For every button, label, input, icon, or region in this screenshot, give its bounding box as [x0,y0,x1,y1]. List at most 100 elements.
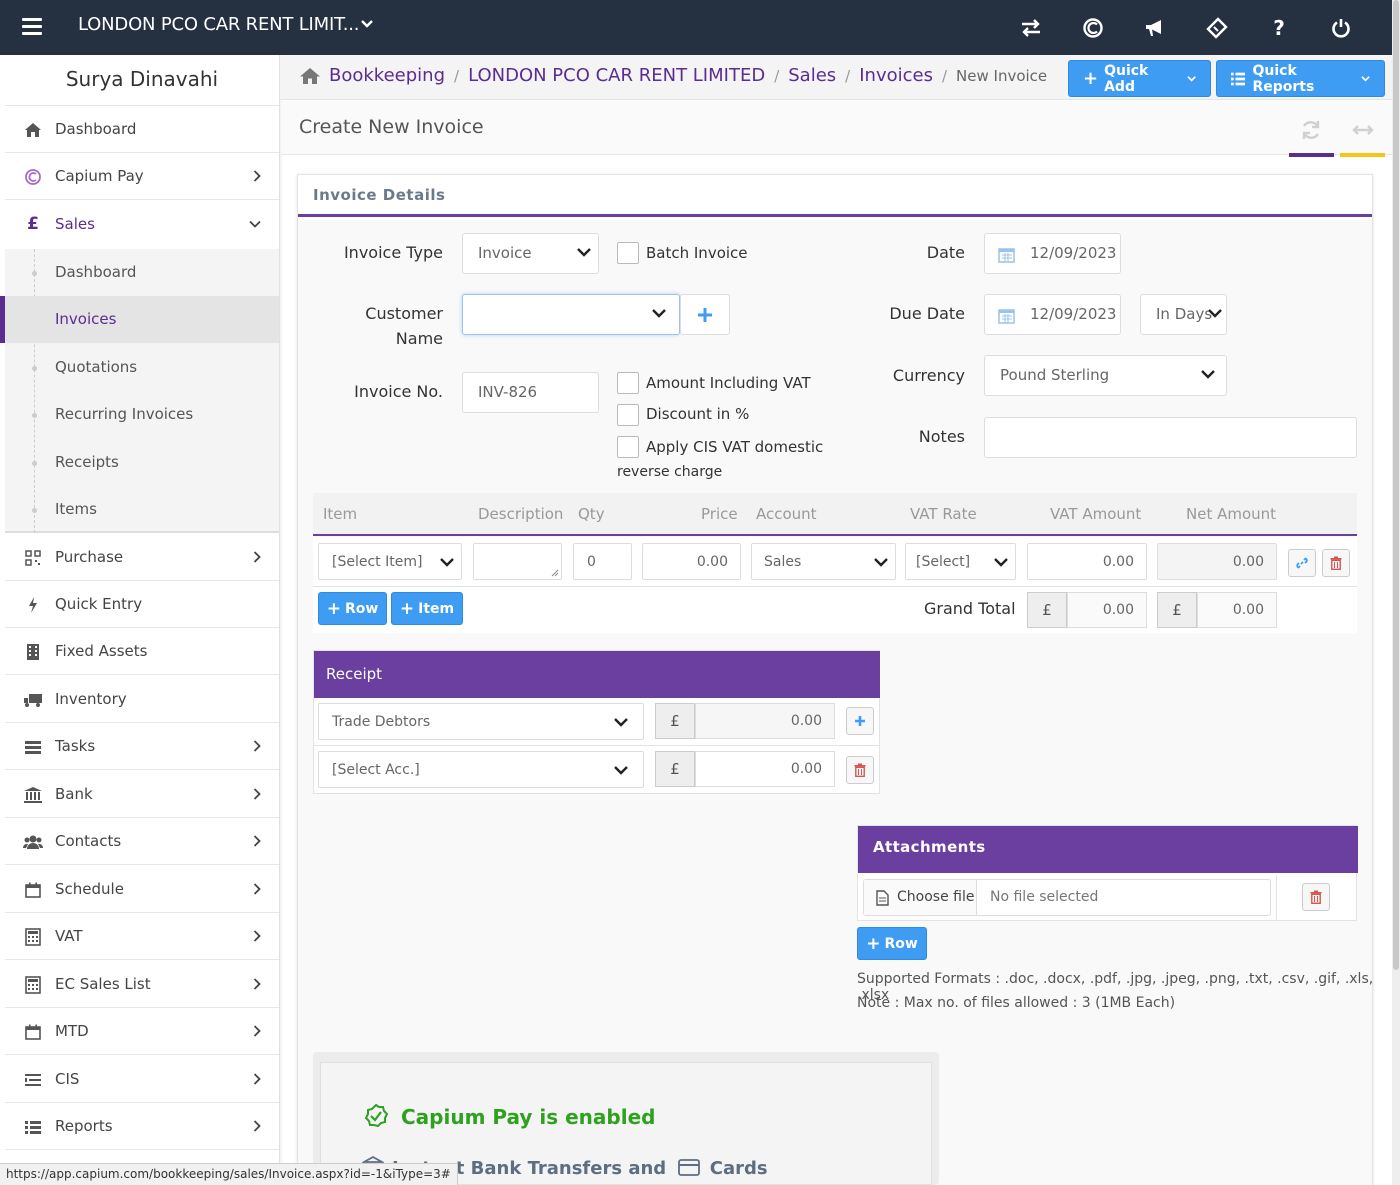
company-selector[interactable]: LONDON PCO CAR RENT LIMIT... [78,14,360,35]
invoice-no-input[interactable]: INV-826 [462,372,599,413]
resize-handle-icon[interactable] [551,569,559,577]
choose-file-button[interactable]: Choose file [897,889,974,905]
sidebar-item-tasks[interactable]: Tasks [5,723,279,770]
breadcrumb-current: New Invoice [956,66,1048,85]
sidebar-item-dashboard[interactable]: Dashboard [5,106,279,153]
sidebar-item-mtd[interactable]: MTD [5,1008,279,1055]
vat-rate-select[interactable]: [Select] [905,543,1016,580]
sidebar-item-ec-sales-list[interactable]: EC Sales List [5,961,279,1008]
notes-input[interactable] [984,417,1357,458]
item-select[interactable]: [Select Item] [318,543,462,580]
breadcrumb-invoices[interactable]: Invoices [859,65,933,86]
sidebar-sub-dashboard[interactable]: Dashboard [5,249,279,296]
cis-reverse-charge-checkbox[interactable] [617,436,639,458]
calendar-icon [998,309,1015,324]
chevron-down-icon [1361,75,1370,82]
sidebar-item-schedule[interactable]: Schedule [5,866,279,913]
home-icon[interactable] [299,67,321,85]
sidebar-item-cis[interactable]: CIS [5,1056,279,1103]
batch-invoice-checkbox[interactable] [617,242,639,264]
receipt-account-select[interactable]: [Select Acc.] [318,751,644,788]
date-input[interactable]: 12/09/2023 [984,233,1121,274]
sidebar-item-bank[interactable]: Bank [5,771,279,818]
list-icon [23,1070,43,1090]
breadcrumb-sales[interactable]: Sales [788,65,836,86]
quick-reports-button[interactable]: Quick Reports [1216,60,1385,97]
currency-label: Currency [892,366,965,385]
chevron-down-icon [249,220,261,228]
add-item-button[interactable]: + Item [391,592,463,625]
sidebar-sub-invoices[interactable]: Invoices [0,296,279,343]
customer-name-select[interactable] [462,294,680,335]
sidebar-item-fixed-assets[interactable]: Fixed Assets [5,628,279,675]
chevron-down-icon [874,558,888,567]
bank-icon [23,785,43,805]
chevron-down-icon [577,248,591,257]
description-textarea[interactable] [473,543,562,580]
hamburger-menu-icon[interactable] [22,18,42,36]
add-receipt-icon[interactable] [846,707,874,735]
ticket-icon[interactable] [1186,16,1248,39]
sidebar-item-contacts[interactable]: Contacts [5,818,279,865]
file-input[interactable]: Choose file No file selected [863,879,1271,916]
sidebar: Surya Dinavahi Dashboard Capium Pay £ Sa… [0,55,280,1185]
capium-icon[interactable] [1062,17,1124,39]
vat-amount-input[interactable]: 0.00 [1027,543,1147,580]
power-icon[interactable] [1310,18,1372,38]
delete-row-icon[interactable] [1322,549,1350,577]
sidebar-item-capium-pay[interactable]: Capium Pay [5,153,279,200]
page-scrollbar[interactable] [1392,0,1400,1185]
sidebar-sub-receipts[interactable]: Receipts [5,439,279,486]
add-attachment-row-button[interactable]: + Row [857,927,927,960]
attachments-panel: Attachments Choose file No file selected [857,825,1358,921]
breadcrumb-bookkeeping[interactable]: Bookkeeping [329,65,445,86]
invoice-type-select[interactable]: Invoice [462,233,599,274]
building-icon [23,642,43,662]
items-table-header: Item Description Qty Price Account VAT R… [313,493,1357,536]
sidebar-sub-items[interactable]: Items [5,486,279,533]
add-customer-button[interactable] [680,294,730,335]
price-input[interactable]: 0.00 [642,543,741,580]
expand-icon[interactable] [1352,119,1374,141]
qty-input[interactable]: 0 [573,543,632,580]
delete-receipt-icon[interactable] [846,756,874,784]
chevron-down-icon[interactable] [360,17,374,31]
refresh-icon[interactable] [1300,119,1322,141]
currency-symbol: £ [655,703,695,739]
account-select[interactable]: Sales [751,543,896,580]
sidebar-item-label: Sales [55,214,95,233]
help-icon[interactable]: ? [1248,16,1310,40]
invoice-no-label: Invoice No. [354,382,443,401]
check-circle-icon [364,1103,389,1128]
sidebar-item-inventory[interactable]: Inventory [5,676,279,723]
customer-label-line2: Name [395,329,443,348]
due-date-input[interactable]: 12/09/2023 [984,294,1121,335]
sales-submenu: Dashboard Invoices Quotations Recurring … [0,249,279,533]
sidebar-item-label: Capium Pay [55,167,144,185]
receipt-account-select[interactable]: Trade Debtors [318,703,644,740]
users-icon [23,832,43,852]
megaphone-icon[interactable] [1124,18,1186,38]
link-icon[interactable] [1288,549,1316,577]
sidebar-item-vat[interactable]: VAT [5,913,279,960]
sidebar-item-quick-entry[interactable]: Quick Entry [5,581,279,628]
sidebar-item-reports[interactable]: Reports [5,1103,279,1150]
currency-select[interactable]: Pound Sterling [984,355,1227,396]
discount-percent-checkbox[interactable] [617,404,639,426]
chevron-right-icon [253,930,261,942]
breadcrumb-company[interactable]: LONDON PCO CAR RENT LIMITED [468,65,765,86]
receipt-amount-input[interactable]: 0.00 [695,751,835,787]
due-mode-select[interactable]: In Days [1140,294,1227,335]
chevron-down-icon [614,766,628,775]
capium-pay-enabled-text: Capium Pay is enabled [401,1105,656,1129]
switch-icon[interactable] [1000,18,1062,37]
delete-attachment-icon[interactable] [1302,883,1330,911]
sidebar-sub-recurring-invoices[interactable]: Recurring Invoices [5,391,279,438]
sidebar-sub-quotations[interactable]: Quotations [5,344,279,391]
sidebar-item-purchase[interactable]: Purchase [5,534,279,581]
add-row-button[interactable]: + Row [318,592,387,625]
quick-add-button[interactable]: + Quick Add [1068,60,1211,97]
receipt-panel: Receipt Trade Debtors £ 0.00 [Select Acc… [313,650,880,794]
amount-including-vat-checkbox[interactable] [617,372,639,394]
sidebar-item-sales[interactable]: £ Sales [5,200,279,247]
